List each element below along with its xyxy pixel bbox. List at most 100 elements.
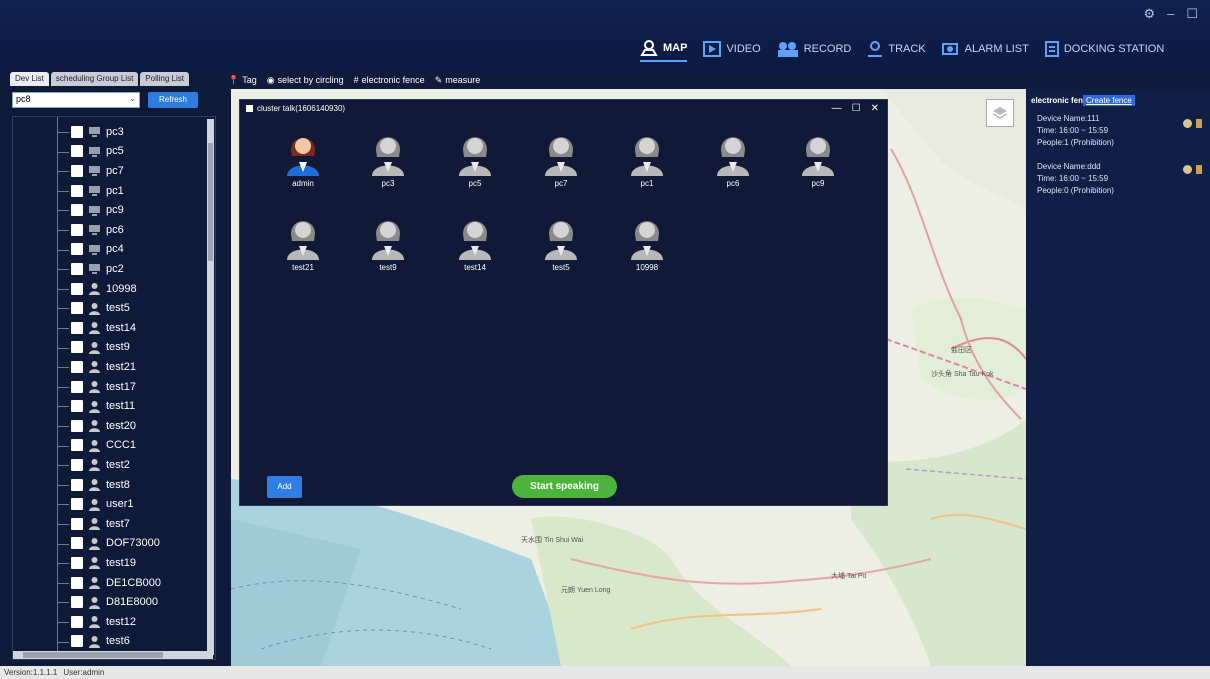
tab-map[interactable]: MAP <box>640 36 688 62</box>
tree-user-item[interactable]: D81E8000 <box>71 592 158 612</box>
tab-record[interactable]: RECORD <box>777 36 851 62</box>
tree-checkbox[interactable] <box>71 125 83 138</box>
maximize-button[interactable]: ☐ <box>1186 6 1198 22</box>
start-speaking-button[interactable]: Start speaking <box>512 475 617 498</box>
member-avatar[interactable]: 10998 <box>617 212 677 272</box>
tag-tool[interactable]: 📍 Tag <box>228 75 257 86</box>
close-icon[interactable]: ✕ <box>871 103 879 114</box>
tree-checkbox[interactable] <box>71 498 83 511</box>
tree-device-item[interactable]: pc4 <box>71 240 124 260</box>
refresh-button[interactable]: Refresh <box>148 92 198 108</box>
globe-icon[interactable] <box>1183 119 1192 128</box>
tab-dev-list[interactable]: Dev List <box>10 72 49 86</box>
tree-checkbox[interactable] <box>71 341 83 354</box>
tree-checkbox[interactable] <box>71 537 83 550</box>
electronic-fence-tool[interactable]: # electronic fence <box>354 75 425 85</box>
tree-user-item[interactable]: 10998 <box>71 279 137 299</box>
tree-user-item[interactable]: test21 <box>71 357 136 377</box>
tree-user-item[interactable]: test5 <box>71 298 130 318</box>
tree-checkbox[interactable] <box>71 596 83 609</box>
tree-vertical-scrollbar[interactable] <box>207 119 214 655</box>
tree-user-item[interactable]: test17 <box>71 377 136 397</box>
tree-user-item[interactable]: test8 <box>71 475 130 495</box>
tree-checkbox[interactable] <box>71 282 83 295</box>
tree-checkbox[interactable] <box>71 262 83 275</box>
tree-device-item[interactable]: pc5 <box>71 142 124 162</box>
member-avatar[interactable]: admin <box>273 128 333 188</box>
select-circling-tool[interactable]: ◉ select by circling <box>267 75 344 86</box>
settings-icon[interactable]: ⚙ <box>1143 6 1155 22</box>
chevron-down-icon[interactable]: ⌄ <box>129 94 136 103</box>
member-avatar[interactable]: test9 <box>358 212 418 272</box>
tree-user-item[interactable]: test20 <box>71 416 136 436</box>
tree-user-item[interactable]: DE1CB000 <box>71 573 161 593</box>
minimize-icon[interactable]: — <box>832 103 842 114</box>
member-avatar[interactable]: pc9 <box>788 128 848 188</box>
tab-docking-station[interactable]: DOCKING STATION <box>1044 36 1164 62</box>
tree-user-item[interactable]: test2 <box>71 455 130 475</box>
fence-item[interactable]: Device Name:111 Time: 16:00 ~ 15:59 Peop… <box>1037 113 1114 149</box>
member-avatar[interactable]: test5 <box>531 212 591 272</box>
member-avatar[interactable]: test21 <box>273 212 333 272</box>
tree-user-item[interactable]: test11 <box>71 396 135 416</box>
member-avatar[interactable]: pc5 <box>445 128 505 188</box>
member-avatar[interactable]: pc1 <box>617 128 677 188</box>
scroll-thumb[interactable] <box>208 143 213 261</box>
minimize-button[interactable]: – <box>1167 6 1174 22</box>
layers-button[interactable] <box>986 99 1014 127</box>
trash-icon[interactable] <box>1196 119 1202 128</box>
create-fence-link[interactable]: Create fence <box>1083 94 1135 106</box>
member-avatar[interactable]: test14 <box>445 212 505 272</box>
scroll-thumb[interactable] <box>23 652 163 658</box>
tree-checkbox[interactable] <box>71 164 83 177</box>
tree-checkbox[interactable] <box>71 321 83 334</box>
tree-checkbox[interactable] <box>71 478 83 491</box>
tree-user-item[interactable]: test12 <box>71 612 136 632</box>
device-search-input[interactable]: pc8 ⌄ <box>12 92 140 108</box>
tree-user-item[interactable]: test9 <box>71 338 130 358</box>
tree-checkbox[interactable] <box>71 204 83 217</box>
tab-scheduling-group-list[interactable]: scheduling Group List <box>50 72 139 86</box>
tree-checkbox[interactable] <box>71 145 83 158</box>
member-avatar[interactable]: pc3 <box>358 128 418 188</box>
fence-item[interactable]: Device Name:ddd Time: 16:00 ~ 15:59 Peop… <box>1037 161 1114 197</box>
tree-checkbox[interactable] <box>71 302 83 315</box>
tree-checkbox[interactable] <box>71 184 83 197</box>
tree-horizontal-scrollbar[interactable] <box>13 651 213 659</box>
tab-polling-list[interactable]: Polling List <box>140 72 189 86</box>
globe-icon[interactable] <box>1183 165 1192 174</box>
tree-checkbox[interactable] <box>71 556 83 569</box>
tree-device-item[interactable]: pc3 <box>71 122 124 142</box>
tree-device-item[interactable]: pc9 <box>71 200 124 220</box>
tree-checkbox[interactable] <box>71 517 83 530</box>
tree-device-item[interactable]: pc2 <box>71 259 124 279</box>
tree-checkbox[interactable] <box>71 243 83 256</box>
tree-checkbox[interactable] <box>71 419 83 432</box>
member-avatar[interactable]: pc7 <box>531 128 591 188</box>
tree-user-item[interactable]: test7 <box>71 514 130 534</box>
add-button[interactable]: Add <box>267 476 302 498</box>
tree-checkbox[interactable] <box>71 223 83 236</box>
tab-video[interactable]: VIDEO <box>703 36 761 62</box>
tree-user-item[interactable]: user1 <box>71 494 134 514</box>
tree-checkbox[interactable] <box>71 360 83 373</box>
tree-device-item[interactable]: pc6 <box>71 220 124 240</box>
tab-alarm-list[interactable]: ALARM LIST <box>941 36 1029 62</box>
tree-user-item[interactable]: DOF73000 <box>71 534 160 554</box>
tree-device-item[interactable]: pc1 <box>71 181 124 201</box>
tree-checkbox[interactable] <box>71 380 83 393</box>
tree-user-item[interactable]: CCC1 <box>71 436 136 456</box>
tree-checkbox[interactable] <box>71 635 83 648</box>
tree-checkbox[interactable] <box>71 576 83 589</box>
tree-checkbox[interactable] <box>71 439 83 452</box>
tab-track[interactable]: TRACK <box>867 36 926 62</box>
tree-checkbox[interactable] <box>71 400 83 413</box>
maximize-icon[interactable]: ☐ <box>852 103 861 114</box>
tree-checkbox[interactable] <box>71 615 83 628</box>
tree-user-item[interactable]: test6 <box>71 632 130 652</box>
member-avatar[interactable]: pc6 <box>703 128 763 188</box>
measure-tool[interactable]: ✎ measure <box>435 75 481 86</box>
trash-icon[interactable] <box>1196 165 1202 174</box>
tree-device-item[interactable]: pc7 <box>71 161 124 181</box>
tree-user-item[interactable]: test14 <box>71 318 136 338</box>
